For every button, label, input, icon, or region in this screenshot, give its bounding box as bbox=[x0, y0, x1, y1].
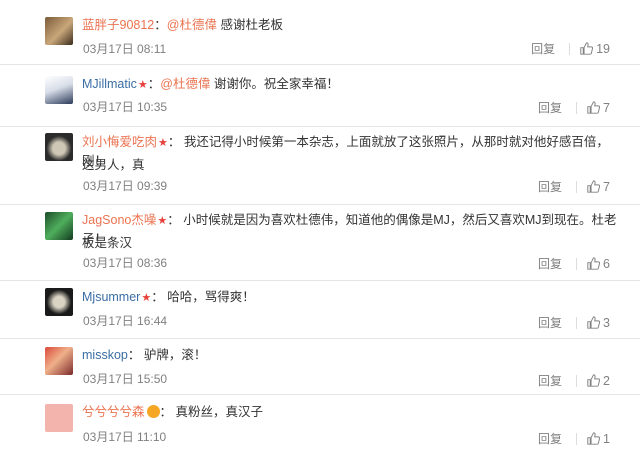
action-divider bbox=[576, 432, 578, 445]
reply-button[interactable]: 回复 bbox=[531, 40, 555, 57]
reply-button[interactable]: 回复 bbox=[538, 430, 562, 447]
separator: ： bbox=[151, 290, 164, 304]
comment-actions: 回复 1 bbox=[538, 430, 610, 447]
comment-actions: 回复 3 bbox=[538, 314, 610, 331]
comment-text-line: MJillmatic★：@杜德偉 谢谢你。祝全家幸福！ bbox=[82, 73, 620, 96]
comment-actions: 回复 7 bbox=[538, 99, 610, 116]
comment-username[interactable]: JagSono杰噪 bbox=[82, 213, 156, 227]
separator: ： bbox=[147, 77, 161, 91]
reply-button[interactable]: 回复 bbox=[538, 178, 562, 195]
reply-button[interactable]: 回复 bbox=[538, 314, 562, 331]
like-button[interactable]: 19 bbox=[580, 42, 610, 56]
like-button[interactable]: 2 bbox=[587, 374, 610, 388]
like-count: 2 bbox=[603, 373, 610, 388]
comment-time: 03月17日 15:50 bbox=[83, 372, 168, 386]
comment-time: 03月17日 11:10 bbox=[83, 430, 167, 444]
comment-username[interactable]: misskop bbox=[82, 348, 128, 362]
comment-actions: 回复 19 bbox=[531, 40, 610, 57]
comment-time: 03月17日 10:35 bbox=[83, 100, 168, 114]
comment-text-line: Mjsummer★： 哈哈，骂得爽！ bbox=[82, 286, 620, 309]
user-avatar[interactable] bbox=[45, 404, 73, 432]
action-divider bbox=[576, 316, 578, 329]
action-divider bbox=[576, 101, 578, 114]
comment-time: 03月17日 09:39 bbox=[83, 179, 168, 193]
mention-link[interactable]: @杜德偉 bbox=[167, 18, 217, 32]
separator: ： bbox=[159, 405, 173, 419]
thumbs-up-icon bbox=[587, 432, 601, 445]
like-button[interactable]: 7 bbox=[587, 101, 610, 115]
star-icon: ★ bbox=[137, 79, 148, 91]
action-divider bbox=[569, 42, 571, 55]
like-button[interactable]: 6 bbox=[587, 257, 610, 271]
reply-button[interactable]: 回复 bbox=[538, 99, 562, 116]
mention-link[interactable]: @杜德偉 bbox=[160, 77, 210, 91]
like-button[interactable]: 1 bbox=[587, 432, 610, 446]
like-button[interactable]: 7 bbox=[587, 180, 610, 194]
comment-body: 哈哈，骂得爽！ bbox=[163, 290, 255, 304]
thumbs-up-icon bbox=[580, 42, 594, 55]
user-avatar[interactable] bbox=[45, 17, 73, 45]
emoji-badge-icon bbox=[146, 405, 160, 418]
comment-item: misskop： 驴牌，滚！ 03月17日 15:50 回复 2 bbox=[0, 338, 640, 395]
reply-button[interactable]: 回复 bbox=[538, 372, 562, 389]
comment-text-continuation: 子！ bbox=[82, 232, 108, 246]
user-avatar[interactable] bbox=[45, 76, 73, 104]
comment-actions: 回复 6 bbox=[538, 255, 610, 272]
like-count: 6 bbox=[603, 256, 610, 271]
comment-text-line: misskop： 驴牌，滚！ bbox=[82, 344, 620, 366]
comment-body: 真粉丝，真汉子 bbox=[172, 405, 264, 419]
comment-username[interactable]: MJillmatic bbox=[82, 77, 137, 91]
comment-time: 03月17日 08:11 bbox=[83, 42, 167, 56]
comment-body: 谢谢你。祝全家幸福！ bbox=[210, 77, 339, 91]
comment-username[interactable]: 刘小悔爱吃肉 bbox=[82, 135, 157, 149]
user-avatar[interactable] bbox=[45, 288, 73, 316]
comment-actions: 回复 2 bbox=[538, 372, 610, 389]
comment-text-line: 蓝胖子90812：@杜德偉 感谢杜老板 bbox=[82, 14, 620, 36]
comment-time: 03月17日 16:44 bbox=[83, 314, 168, 328]
like-count: 7 bbox=[603, 100, 610, 115]
thumbs-up-icon bbox=[587, 316, 601, 329]
action-divider bbox=[576, 257, 578, 270]
user-avatar[interactable] bbox=[45, 133, 73, 161]
reply-button[interactable]: 回复 bbox=[538, 255, 562, 272]
comment-body: 驴牌，滚！ bbox=[140, 348, 207, 362]
user-avatar[interactable] bbox=[45, 347, 73, 375]
comment-username[interactable]: 兮兮兮兮森 bbox=[82, 405, 145, 419]
star-icon: ★ bbox=[157, 215, 168, 227]
action-divider bbox=[576, 180, 578, 193]
separator: ： bbox=[154, 18, 167, 32]
comment-item: Mjsummer★： 哈哈，骂得爽！ 03月17日 16:44 回复 3 bbox=[0, 280, 640, 339]
action-divider bbox=[576, 374, 578, 387]
user-avatar[interactable] bbox=[45, 212, 73, 240]
comment-item: MJillmatic★：@杜德偉 谢谢你。祝全家幸福！ 03月17日 10:35… bbox=[0, 64, 640, 127]
comment-body: 感谢杜老板 bbox=[216, 18, 283, 32]
comment-username[interactable]: Mjsummer bbox=[82, 290, 140, 304]
like-count: 7 bbox=[603, 179, 610, 194]
separator: ： bbox=[167, 135, 181, 149]
comment-item: JagSono杰噪★： 小时候就是因为喜欢杜德伟，知道他的偶像是MJ，然后又喜欢… bbox=[0, 204, 640, 281]
like-button[interactable]: 3 bbox=[587, 316, 610, 330]
separator: ： bbox=[167, 213, 180, 227]
thumbs-up-icon bbox=[587, 180, 601, 193]
comment-username[interactable]: 蓝胖子90812 bbox=[82, 18, 154, 32]
comment-item: 刘小悔爱吃肉★： 我还记得小时候第一本杂志，上面就放了这张照片，从那时就对他好感… bbox=[0, 126, 640, 205]
star-icon: ★ bbox=[158, 137, 168, 149]
like-count: 1 bbox=[603, 431, 610, 446]
comment-item: 兮兮兮兮森 ： 真粉丝，真汉子 03月17日 11:10 回复 1 bbox=[0, 394, 640, 456]
star-icon: ★ bbox=[141, 292, 152, 304]
comment-text-continuation: 刚！ bbox=[82, 154, 108, 168]
like-count: 19 bbox=[596, 41, 610, 56]
like-count: 3 bbox=[603, 315, 610, 330]
thumbs-up-icon bbox=[587, 101, 601, 114]
comment-item: 蓝胖子90812：@杜德偉 感谢杜老板 03月17日 08:11 回复 19 bbox=[0, 0, 640, 65]
comment-list: 蓝胖子90812：@杜德偉 感谢杜老板 03月17日 08:11 回复 19 M… bbox=[0, 0, 640, 456]
thumbs-up-icon bbox=[587, 257, 601, 270]
separator: ： bbox=[127, 348, 141, 362]
comment-actions: 回复 7 bbox=[538, 178, 610, 195]
thumbs-up-icon bbox=[587, 374, 601, 387]
comment-text-line: 兮兮兮兮森 ： 真粉丝，真汉子 bbox=[82, 401, 620, 423]
comment-time: 03月17日 08:36 bbox=[83, 256, 168, 270]
